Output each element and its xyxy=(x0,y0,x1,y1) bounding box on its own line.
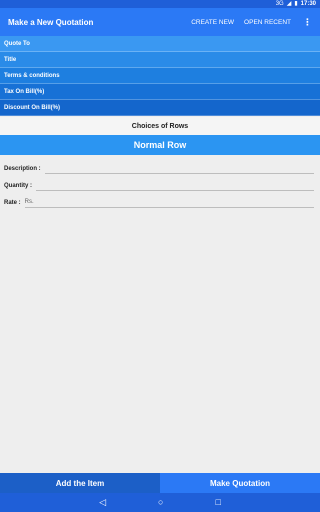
network-label: 3G xyxy=(275,1,284,7)
discount-row[interactable]: Discount On Bill(%) xyxy=(0,100,320,116)
quantity-label: Quantity : xyxy=(4,183,32,189)
quantity-input[interactable] xyxy=(36,177,314,191)
row-type-label: Normal Row xyxy=(133,140,187,150)
back-icon[interactable]: ◁ xyxy=(99,493,106,512)
make-quotation-label: Make Quotation xyxy=(209,478,270,488)
terms-label: Terms & conditions xyxy=(4,72,60,79)
quote-to-label: Quote To xyxy=(4,40,30,47)
title-label: Title xyxy=(4,56,17,63)
rate-prefix: Rs. xyxy=(24,199,34,205)
quote-to-row[interactable]: Quote To xyxy=(0,36,320,52)
description-label: Description : xyxy=(4,166,41,172)
app-title: Make a New Quotation xyxy=(8,17,94,27)
home-icon[interactable]: ○ xyxy=(158,493,163,512)
description-input[interactable] xyxy=(44,160,314,174)
system-nav-bar: ◁ ○ □ xyxy=(0,493,320,512)
rate-input[interactable]: Rs. xyxy=(24,194,314,208)
status-bar: 3G ◢ ▮ 17:30 xyxy=(0,0,320,8)
open-recent-button[interactable]: OPEN RECENT xyxy=(244,19,291,26)
choices-label: Choices of Rows xyxy=(131,122,189,130)
quantity-field: Quantity : xyxy=(4,177,314,191)
rate-label: Rate : xyxy=(4,200,21,206)
more-options-icon[interactable]: ⋮ xyxy=(303,17,312,28)
discount-label: Discount On Bill(%) xyxy=(4,104,60,111)
rate-field: Rate : Rs. xyxy=(4,194,314,208)
item-form: Description : Quantity : Rate : Rs. xyxy=(0,155,320,473)
clock: 17:30 xyxy=(300,1,316,7)
tax-row[interactable]: Tax On Bill(%) xyxy=(0,84,320,100)
add-item-button[interactable]: Add the Item xyxy=(0,473,160,493)
add-item-label: Add the Item xyxy=(55,478,105,488)
tax-label: Tax On Bill(%) xyxy=(4,88,45,95)
bottom-action-bar: Add the Item Make Quotation xyxy=(0,473,320,493)
terms-row[interactable]: Terms & conditions xyxy=(0,68,320,84)
signal-icon: ◢ xyxy=(286,1,292,7)
create-new-button[interactable]: CREATE NEW xyxy=(191,19,234,26)
battery-icon: ▮ xyxy=(294,1,298,7)
choices-of-rows-button[interactable]: Choices of Rows xyxy=(0,117,320,135)
description-field: Description : xyxy=(4,160,314,174)
app-bar: Make a New Quotation CREATE NEW OPEN REC… xyxy=(0,8,320,36)
make-quotation-button[interactable]: Make Quotation xyxy=(160,473,320,493)
title-row[interactable]: Title xyxy=(0,52,320,68)
app-root: 3G ◢ ▮ 17:30 Make a New Quotation CREATE… xyxy=(0,0,320,512)
normal-row-header: Normal Row xyxy=(0,135,320,155)
recents-icon[interactable]: □ xyxy=(215,493,220,512)
